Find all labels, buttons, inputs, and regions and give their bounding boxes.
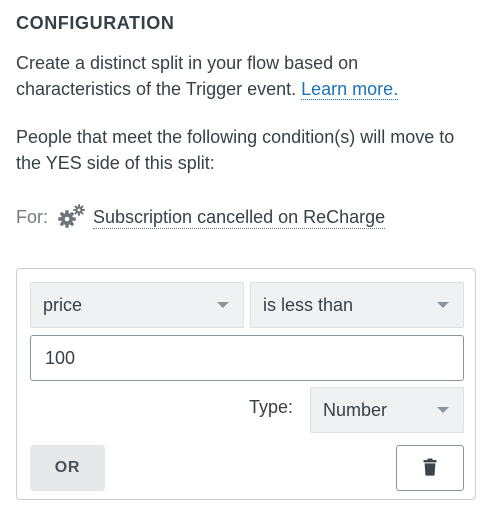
operator-select[interactable]: is less than [250, 282, 464, 328]
split-description: Create a distinct split in your flow bas… [16, 50, 476, 102]
value-input[interactable] [30, 335, 464, 381]
field-select-value: price [43, 294, 83, 315]
gears-icon [56, 203, 86, 231]
type-label: Type: [249, 397, 294, 417]
condition-intro: People that meet the following condition… [16, 127, 455, 173]
learn-more-link[interactable]: Learn more. [301, 79, 399, 100]
chevron-down-icon [437, 407, 449, 413]
or-button[interactable]: OR [30, 445, 105, 491]
trash-icon [423, 458, 437, 479]
type-select[interactable]: Number [310, 387, 464, 433]
condition-box: price is less than Type: Number OR [16, 268, 476, 500]
chevron-down-icon [437, 302, 449, 308]
trigger-event-link[interactable]: Subscription cancelled on ReCharge [93, 206, 386, 229]
trigger-row: For: Subscription cancelled on ReCharge [16, 203, 386, 231]
type-select-value: Number [323, 399, 388, 420]
section-title: CONFIGURATION [16, 13, 175, 33]
operator-select-value: is less than [263, 294, 354, 315]
field-select[interactable]: price [30, 282, 244, 328]
for-label: For: [16, 206, 49, 227]
delete-condition-button[interactable] [396, 445, 464, 491]
chevron-down-icon [217, 302, 229, 308]
